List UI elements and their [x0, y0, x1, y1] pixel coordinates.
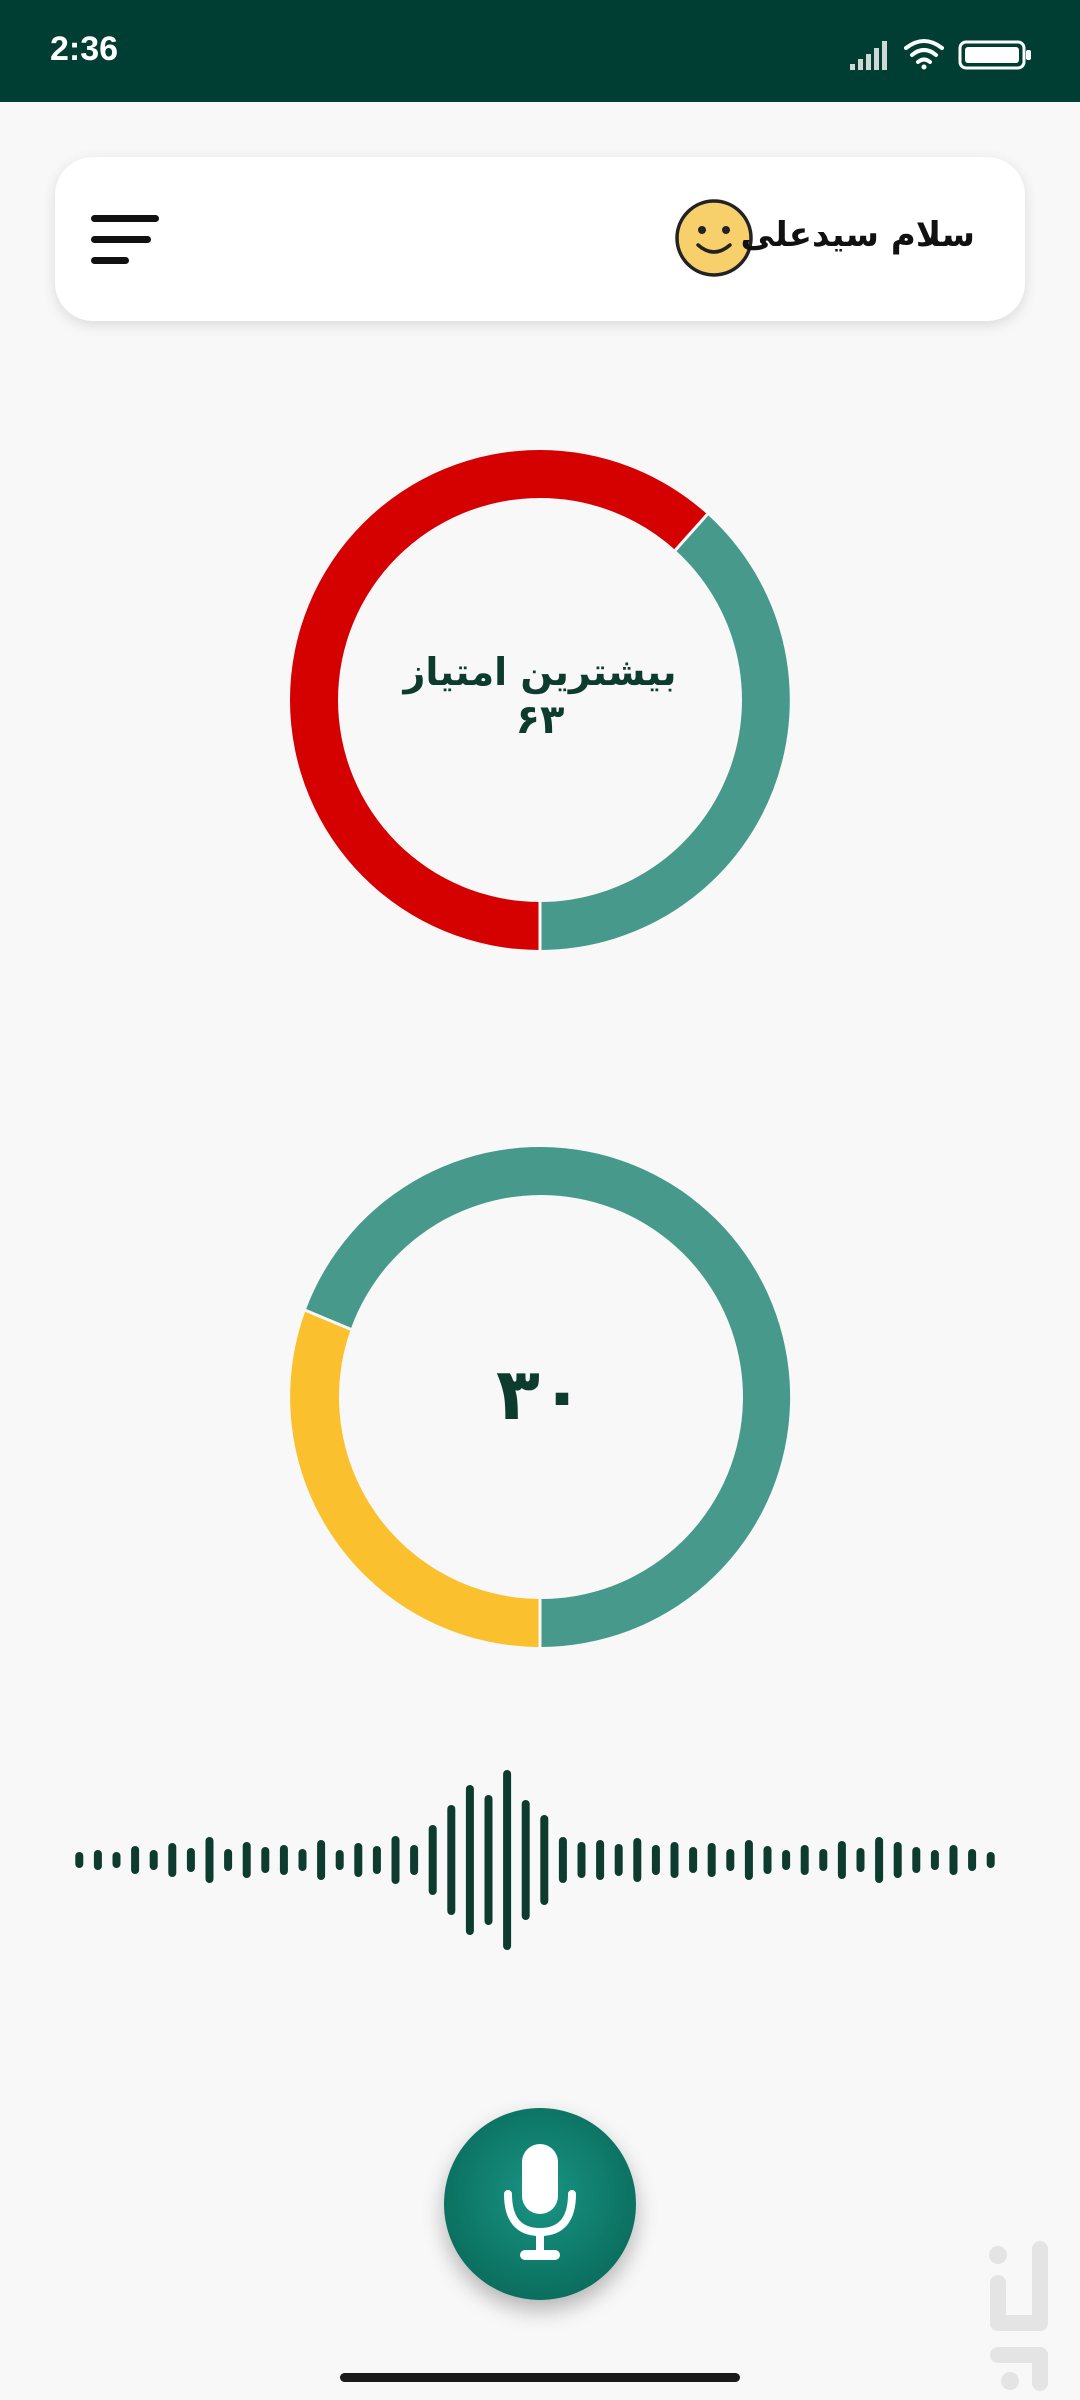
- wave-bar: [298, 1849, 307, 1871]
- wave-bar: [317, 1840, 326, 1880]
- header-card: سلام سیدعلی: [55, 157, 1025, 321]
- wave-bar: [75, 1852, 84, 1868]
- microphone-icon: [504, 2144, 576, 2260]
- menu-line: [91, 215, 159, 222]
- wave-bar: [224, 1849, 233, 1871]
- wave-bar: [651, 1845, 660, 1875]
- wave-bar: [93, 1850, 102, 1870]
- status-time: 2:36: [50, 30, 119, 68]
- wave-bar: [242, 1842, 251, 1878]
- best-score-title: بیشترین امتیاز: [403, 650, 677, 694]
- status-bar: 2:36: [0, 0, 1080, 102]
- wave-bar: [707, 1843, 716, 1877]
- store-watermark-logo: [989, 2241, 1048, 2391]
- wave-bar: [410, 1845, 419, 1875]
- wave-bar: [986, 1852, 995, 1868]
- wave-bar: [484, 1795, 493, 1925]
- wave-bar: [633, 1838, 642, 1882]
- wave-bar: [205, 1837, 214, 1883]
- wave-bar: [279, 1845, 288, 1875]
- wave-bar: [465, 1785, 474, 1935]
- wave-bar: [558, 1837, 567, 1883]
- wave-bar: [261, 1847, 270, 1873]
- wave-bar: [335, 1850, 344, 1870]
- wave-bar: [168, 1843, 177, 1877]
- wave-bar: [391, 1836, 400, 1884]
- wave-bar: [968, 1849, 977, 1871]
- wave-bar: [354, 1843, 363, 1877]
- wave-bar: [614, 1844, 623, 1876]
- menu-line: [91, 236, 151, 243]
- microphone-button[interactable]: [444, 2108, 636, 2300]
- wave-bar: [782, 1850, 791, 1870]
- greeting-text: سلام سیدعلی: [740, 215, 975, 255]
- wave-bar: [930, 1850, 939, 1870]
- battery-icon: [958, 40, 1031, 70]
- wave-bar: [521, 1800, 530, 1920]
- wifi-icon: [904, 39, 944, 70]
- wave-bar: [893, 1842, 902, 1878]
- current-score-ring: ۳۰: [285, 1142, 795, 1652]
- menu-line: [91, 257, 129, 264]
- wave-bar: [800, 1845, 809, 1875]
- wave-bar: [744, 1840, 753, 1880]
- wave-bar: [837, 1841, 846, 1879]
- wave-bar: [689, 1847, 698, 1873]
- wave-bar: [912, 1847, 921, 1873]
- wave-bar: [372, 1846, 381, 1874]
- best-score-ring: بیشترین امتیاز ۶۳: [285, 445, 795, 955]
- best-score-value: ۶۳: [515, 697, 565, 743]
- wave-bar: [726, 1849, 735, 1871]
- wave-bar: [596, 1840, 605, 1880]
- wave-bar: [149, 1850, 158, 1870]
- wave-bar: [186, 1848, 195, 1872]
- wave-bar: [856, 1848, 865, 1872]
- signal-icon: [850, 41, 887, 70]
- wave-bar: [875, 1837, 884, 1883]
- wave-bar: [428, 1825, 437, 1895]
- audio-waveform: [75, 1770, 995, 1950]
- wave-bar: [577, 1842, 586, 1878]
- wave-bar: [949, 1845, 958, 1875]
- wave-bar: [819, 1849, 828, 1871]
- wave-bar: [763, 1846, 772, 1874]
- wave-bar: [447, 1805, 456, 1915]
- wave-bar: [131, 1846, 140, 1874]
- status-icons: [850, 39, 1031, 70]
- wave-bar: [670, 1842, 679, 1878]
- home-indicator: [340, 2373, 740, 2382]
- wave-bar: [112, 1852, 121, 1868]
- wave-bar: [540, 1815, 549, 1905]
- wave-bar: [503, 1770, 512, 1950]
- current-score-value: ۳۰: [496, 1352, 584, 1436]
- menu-button[interactable]: [91, 201, 171, 277]
